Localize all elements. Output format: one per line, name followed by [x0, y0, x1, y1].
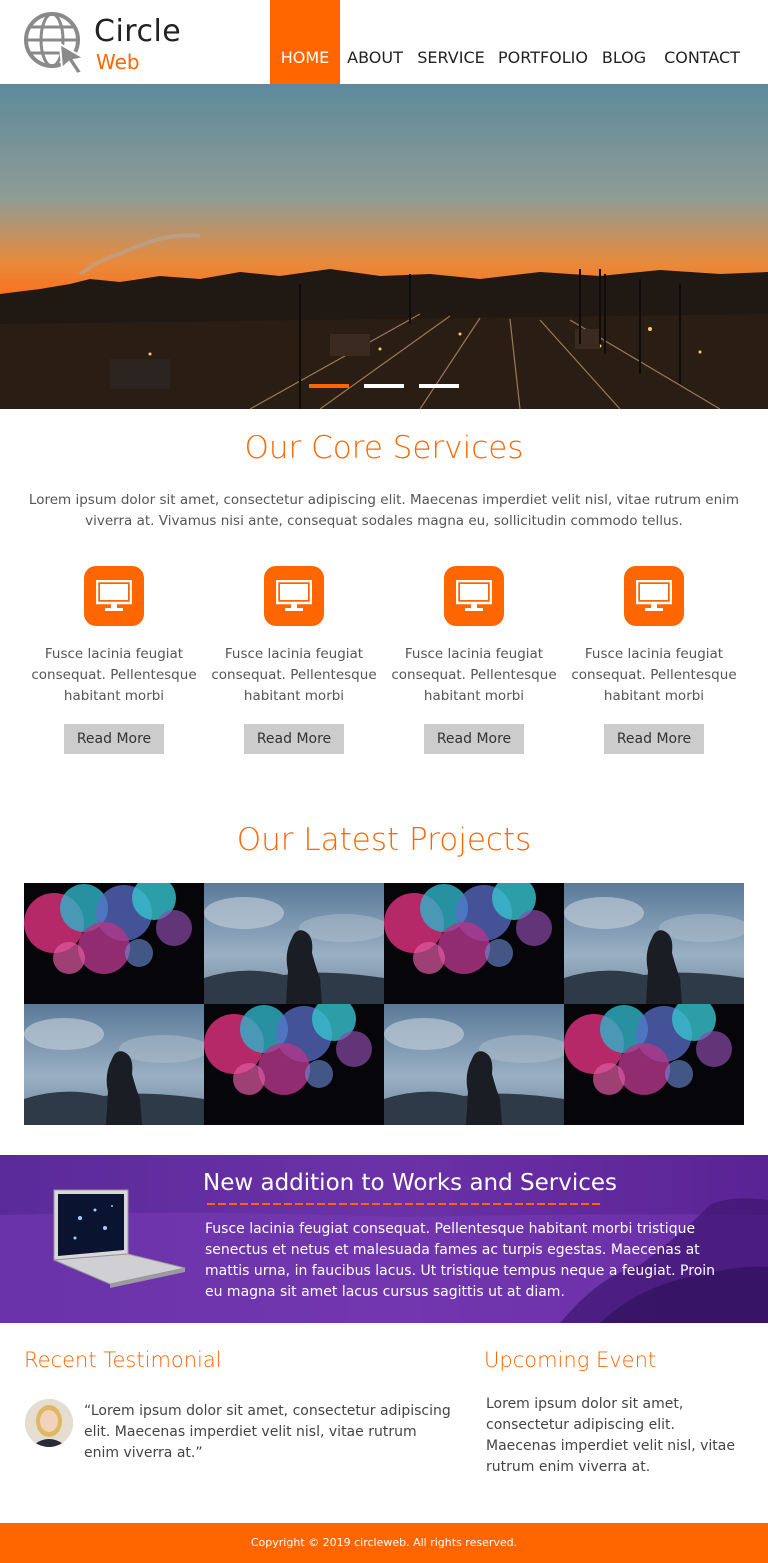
service-card: Fusce lacinia feugiat consequat. Pellent… [24, 566, 204, 754]
logo-name: Circle [94, 14, 182, 49]
site-header: Circle Web HOME ABOUT SERVICE PORTFOLIO … [0, 0, 768, 84]
site-footer: Copyright © 2019 circleweb. All rights r… [0, 1523, 768, 1563]
project-image-statue [384, 1004, 564, 1125]
projects-grid [24, 883, 744, 1125]
project-tile[interactable] [564, 883, 744, 1004]
hero-image [0, 84, 768, 409]
monitor-icon [444, 566, 504, 626]
service-text: Fusce lacinia feugiat consequat. Pellent… [571, 646, 737, 704]
project-image-statue [24, 1004, 204, 1125]
project-image-smoke [384, 883, 564, 1004]
nav-home[interactable]: HOME [270, 0, 340, 84]
service-card: Fusce lacinia feugiat consequat. Pellent… [564, 566, 744, 754]
project-image-smoke [24, 883, 204, 1004]
slider-dots [309, 384, 459, 388]
nav-about[interactable]: ABOUT [340, 0, 410, 84]
project-tile[interactable] [204, 883, 384, 1004]
service-text: Fusce lacinia feugiat consequat. Pellent… [391, 646, 557, 704]
banner-text: Fusce lacinia feugiat consequat. Pellent… [205, 1221, 716, 1300]
event-text: Lorem ipsum dolor sit amet, consectetur … [486, 1396, 735, 1475]
banner-divider [207, 1203, 602, 1205]
project-tile[interactable] [204, 1004, 384, 1125]
project-image-statue [564, 883, 744, 1004]
service-card: Fusce lacinia feugiat consequat. Pellent… [384, 566, 564, 754]
nav-contact[interactable]: CONTACT [654, 0, 750, 84]
slider-dot-1[interactable] [309, 384, 349, 388]
nav-blog[interactable]: BLOG [594, 0, 654, 84]
service-card: Fusce lacinia feugiat consequat. Pellent… [204, 566, 384, 754]
banner-title: New addition to Works and Services [203, 1170, 618, 1196]
event-title: Upcoming Event [484, 1348, 657, 1372]
testimonial-title: Recent Testimonial [24, 1348, 222, 1372]
projects-title: Our Latest Projects [236, 822, 532, 858]
laptop-icon [53, 1189, 186, 1288]
project-tile[interactable] [24, 883, 204, 1004]
project-image-smoke [564, 1004, 744, 1125]
services-intro: Lorem ipsum dolor sit amet, consectetur … [28, 492, 740, 529]
services-title: Our Core Services [244, 430, 524, 466]
slider-dot-3[interactable] [419, 384, 459, 388]
project-tile[interactable] [24, 1004, 204, 1125]
read-more-button[interactable]: Read More [424, 724, 524, 754]
copyright-text: Copyright © 2019 circleweb. All rights r… [250, 1536, 518, 1549]
project-image-statue [204, 883, 384, 1004]
project-image-smoke [204, 1004, 384, 1125]
hero-slider [0, 84, 768, 409]
globe-cursor-icon [24, 12, 87, 74]
main-nav: HOME ABOUT SERVICE PORTFOLIO BLOG CONTAC… [270, 0, 750, 84]
testimonial-quote: “Lorem ipsum dolor sit amet, consectetur… [84, 1403, 451, 1461]
read-more-button[interactable]: Read More [244, 724, 344, 754]
read-more-button[interactable]: Read More [604, 724, 704, 754]
project-tile[interactable] [384, 1004, 564, 1125]
service-text: Fusce lacinia feugiat consequat. Pellent… [31, 646, 197, 704]
avatar [25, 1399, 73, 1447]
logo-subname: Web [96, 50, 140, 74]
service-text: Fusce lacinia feugiat consequat. Pellent… [211, 646, 377, 704]
project-tile[interactable] [384, 883, 564, 1004]
monitor-icon [84, 566, 144, 626]
monitor-icon [624, 566, 684, 626]
read-more-button[interactable]: Read More [64, 724, 164, 754]
slider-dot-2[interactable] [364, 384, 404, 388]
nav-portfolio[interactable]: PORTFOLIO [492, 0, 594, 84]
monitor-icon [264, 566, 324, 626]
logo[interactable]: Circle Web [24, 10, 194, 74]
project-tile[interactable] [564, 1004, 744, 1125]
nav-service[interactable]: SERVICE [410, 0, 492, 84]
promo-banner: New addition to Works and Services Fusce… [0, 1155, 768, 1323]
